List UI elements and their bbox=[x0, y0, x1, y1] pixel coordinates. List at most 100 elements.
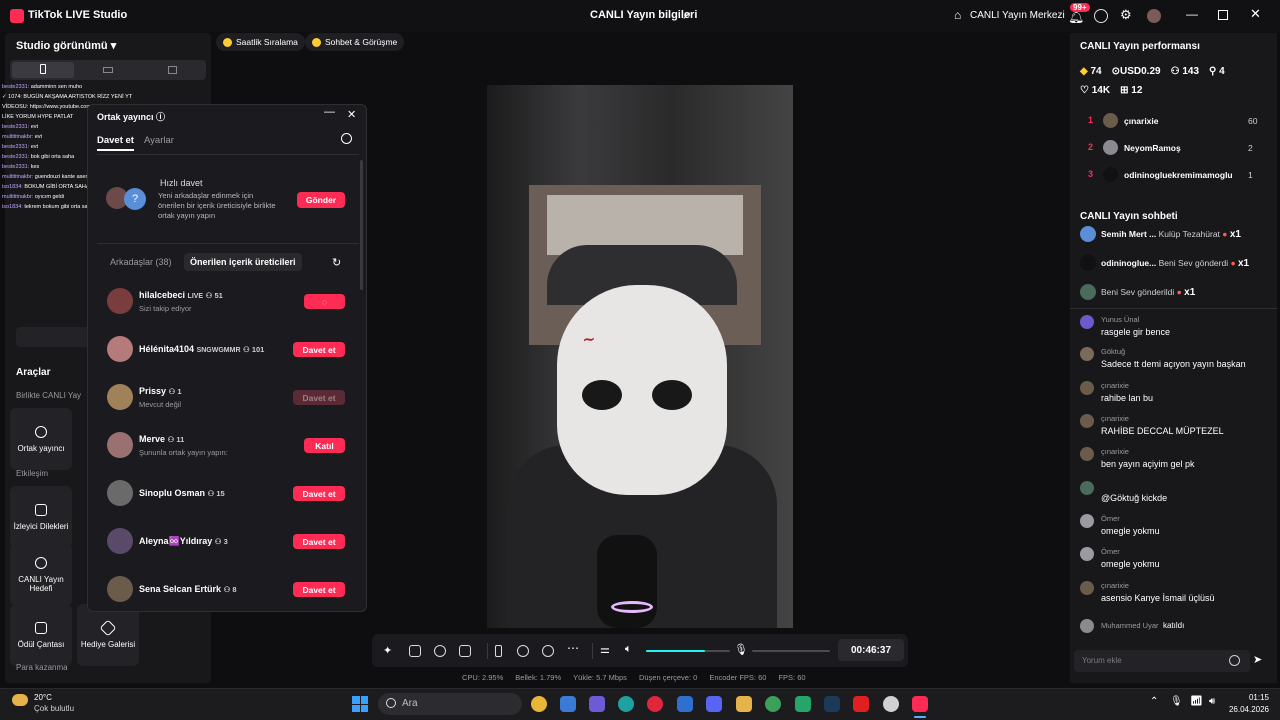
chrome-icon[interactable] bbox=[531, 696, 547, 712]
tool-reward-bag[interactable]: Ödül Çantası bbox=[10, 604, 72, 666]
clock-time[interactable]: 01:15 bbox=[1229, 693, 1269, 702]
avatar[interactable] bbox=[1080, 315, 1094, 329]
mixer-icon[interactable]: ⚌ bbox=[600, 643, 610, 656]
invite-button[interactable]: Davet et bbox=[293, 342, 345, 357]
comment-input[interactable]: Yorum ekle bbox=[1074, 650, 1250, 672]
ranking-name[interactable]: NeyomRamoş bbox=[1124, 143, 1181, 153]
edge-icon[interactable] bbox=[618, 696, 634, 712]
tool-live-goal[interactable]: CANLI Yayın Hedefi bbox=[10, 544, 72, 606]
dual-layout-icon[interactable] bbox=[168, 66, 177, 74]
invite-button[interactable]: Davet et bbox=[293, 486, 345, 501]
tab-settings[interactable]: Ayarlar bbox=[144, 135, 174, 146]
ai-icon[interactable] bbox=[434, 645, 446, 657]
search-icon[interactable] bbox=[341, 133, 352, 144]
avatar[interactable] bbox=[1080, 255, 1096, 271]
close-icon[interactable]: ✕ bbox=[1250, 6, 1261, 22]
discord-icon[interactable] bbox=[706, 696, 722, 712]
microphone-icon[interactable]: 🎙︎ bbox=[734, 643, 748, 656]
comment-user[interactable]: çınarixie bbox=[1101, 414, 1129, 423]
comment-user[interactable]: Yunus Ünal bbox=[1101, 315, 1139, 324]
comment-user[interactable]: çınarixie bbox=[1101, 381, 1129, 390]
mic-slider[interactable] bbox=[752, 650, 830, 652]
send-icon[interactable]: ➤ bbox=[1253, 653, 1262, 666]
maximize-icon[interactable] bbox=[1218, 10, 1228, 20]
windows-start-icon[interactable] bbox=[352, 696, 368, 712]
avatar[interactable] bbox=[1080, 447, 1094, 461]
help-icon[interactable] bbox=[1094, 9, 1108, 23]
avatar[interactable] bbox=[1103, 167, 1118, 182]
comment-user[interactable]: Ömer bbox=[1101, 514, 1120, 523]
wifi-icon[interactable]: 📶︎ bbox=[1190, 696, 1203, 707]
avatar[interactable] bbox=[1080, 284, 1096, 300]
invite-button[interactable]: Davet et bbox=[293, 582, 345, 597]
avatar[interactable] bbox=[107, 576, 133, 602]
github-icon[interactable] bbox=[883, 696, 899, 712]
more-icon[interactable]: ⋯ bbox=[567, 641, 579, 655]
opera-icon[interactable] bbox=[647, 696, 663, 712]
share-icon[interactable]: ↗ bbox=[682, 9, 691, 22]
taskbar-search[interactable]: Ara bbox=[378, 693, 522, 715]
magic-wand-icon[interactable]: ✦ bbox=[383, 644, 392, 657]
tool-cohost[interactable]: Ortak yayıncı bbox=[10, 408, 72, 470]
send-button[interactable]: Gönder bbox=[297, 192, 345, 208]
loading-button[interactable]: ◌ bbox=[304, 294, 345, 309]
scrollbar[interactable] bbox=[360, 160, 363, 290]
avatar[interactable] bbox=[1080, 381, 1094, 395]
avatar[interactable] bbox=[107, 432, 133, 458]
ranking-name[interactable]: odininogluekremimamoglu bbox=[1124, 170, 1233, 180]
store-icon[interactable] bbox=[560, 696, 576, 712]
steam-icon[interactable] bbox=[824, 696, 840, 712]
avatar[interactable] bbox=[1147, 9, 1161, 23]
chrome-alt-icon[interactable] bbox=[765, 696, 781, 712]
youtube-icon[interactable] bbox=[853, 696, 869, 712]
ranking-name[interactable]: çınarixie bbox=[1124, 116, 1159, 126]
avatar[interactable] bbox=[1080, 226, 1096, 242]
clock-date[interactable]: 26.04.2026 bbox=[1224, 705, 1269, 714]
app-icon[interactable] bbox=[795, 696, 811, 712]
tool-gift-gallery[interactable]: Hediye Galerisi bbox=[77, 604, 139, 666]
comment-user[interactable]: Göktuğ bbox=[1101, 347, 1125, 356]
avatar[interactable] bbox=[1103, 113, 1118, 128]
volume-icon[interactable]: 🔊︎ bbox=[1209, 696, 1215, 707]
chat-call-pill[interactable]: Sohbet & Görüşme bbox=[305, 33, 405, 51]
hourly-ranking-pill[interactable]: Saatlik Sıralama bbox=[216, 33, 305, 51]
avatar[interactable] bbox=[1080, 581, 1094, 595]
comment-user[interactable]: Ömer bbox=[1101, 547, 1120, 556]
gear-icon[interactable]: ⚙ bbox=[1120, 7, 1132, 23]
minimize-panel-icon[interactable]: — bbox=[324, 106, 335, 118]
record-icon[interactable] bbox=[517, 645, 529, 657]
close-panel-icon[interactable]: ✕ bbox=[347, 108, 356, 121]
effects-icon[interactable] bbox=[542, 645, 554, 657]
speaker-icon[interactable]: 🔈︎ bbox=[625, 643, 632, 656]
avatar[interactable] bbox=[1080, 414, 1094, 428]
emoji-icon[interactable] bbox=[1229, 655, 1240, 666]
avatar[interactable] bbox=[1080, 347, 1094, 361]
avatar[interactable] bbox=[1103, 140, 1118, 155]
avatar[interactable] bbox=[107, 336, 133, 362]
tab-friends[interactable]: Arkadaşlar (38) bbox=[110, 257, 172, 267]
tiktok-taskbar-icon[interactable] bbox=[912, 696, 928, 712]
minimize-icon[interactable]: — bbox=[1186, 7, 1198, 21]
avatar[interactable] bbox=[1080, 547, 1094, 561]
mail-icon[interactable] bbox=[677, 696, 693, 712]
avatar[interactable] bbox=[107, 528, 133, 554]
teams-icon[interactable] bbox=[589, 696, 605, 712]
landscape-icon[interactable] bbox=[103, 67, 113, 73]
tab-suggested[interactable]: Önerilen içerik üreticileri bbox=[184, 253, 302, 271]
phone-icon[interactable] bbox=[495, 645, 502, 657]
join-button[interactable]: Katıl bbox=[304, 438, 345, 453]
microphone-tray-icon[interactable]: 🎙︎ bbox=[1170, 696, 1183, 707]
chevron-up-icon[interactable]: ⌃ bbox=[1150, 696, 1158, 707]
avatar[interactable] bbox=[1080, 514, 1094, 528]
tool-viewer-wishes[interactable]: İzleyici Dilekleri bbox=[10, 486, 72, 548]
comment-user[interactable]: çınarixie bbox=[1101, 447, 1129, 456]
refresh-icon[interactable]: ↻ bbox=[332, 256, 341, 269]
live-center-button[interactable]: CANLI Yayın Merkezi bbox=[970, 10, 1065, 21]
studio-view-dropdown[interactable]: Studio görünümü ▾ bbox=[16, 39, 116, 52]
avatar[interactable] bbox=[1080, 481, 1094, 495]
avatar[interactable] bbox=[107, 288, 133, 314]
invite-button[interactable]: Davet et bbox=[293, 534, 345, 549]
avatar[interactable] bbox=[107, 384, 133, 410]
media-icon[interactable] bbox=[459, 645, 471, 657]
tab-invite[interactable]: Davet et bbox=[97, 135, 134, 146]
